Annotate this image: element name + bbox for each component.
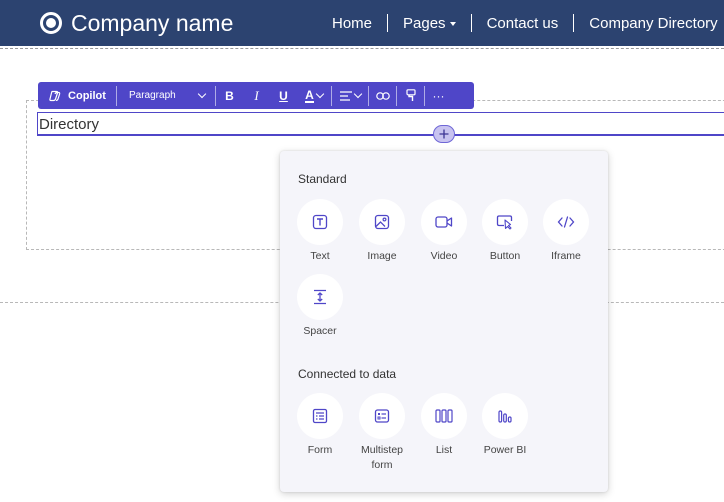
tile-circle — [297, 199, 343, 245]
tile-circle — [359, 393, 405, 439]
underline-button[interactable]: U — [270, 82, 297, 109]
nav-item-pages-label: Pages — [403, 14, 446, 32]
page: Company name Home Pages Contact us Compa… — [0, 0, 724, 502]
component-power-bi[interactable]: Power BI — [474, 393, 536, 458]
component-label: Multistep form — [360, 444, 403, 471]
header-divider — [0, 48, 724, 49]
component-image[interactable]: Image — [351, 199, 413, 264]
component-list[interactable]: List — [413, 393, 475, 458]
spacer-icon — [314, 289, 326, 305]
nav-item-pages[interactable]: Pages — [388, 15, 471, 32]
component-label: Power BI — [483, 444, 527, 456]
code-icon — [557, 216, 575, 228]
more-options-button[interactable]: ··· — [425, 82, 452, 109]
tile-circle — [421, 393, 467, 439]
text-component[interactable]: Directory — [37, 112, 724, 136]
font-color-button[interactable]: A — [297, 82, 331, 109]
tile-circle — [421, 199, 467, 245]
multistep-form-icon — [374, 409, 390, 423]
brand-logo-icon — [40, 12, 62, 34]
link-icon — [375, 91, 390, 100]
standard-heading: Standard — [298, 172, 347, 186]
font-color-icon: A — [305, 87, 314, 103]
image-icon — [374, 214, 390, 230]
connected-to-data-heading: Connected to data — [298, 367, 397, 381]
link-button[interactable] — [369, 82, 396, 109]
italic-button[interactable]: I — [243, 82, 270, 109]
formatting-toolbar: Copilot Paragraph B I U A ··· — [38, 82, 474, 109]
component-label: Spacer — [303, 325, 337, 337]
chevron-down-icon — [315, 89, 325, 99]
tile-circle — [482, 393, 528, 439]
component-multistep-form[interactable]: Multistep form — [351, 393, 413, 473]
format-painter-button[interactable] — [397, 82, 424, 109]
paragraph-style-select[interactable]: Paragraph — [117, 82, 215, 109]
align-button[interactable] — [332, 82, 368, 109]
main-nav: Home Pages Contact us Company Directory — [316, 0, 724, 46]
tile-circle — [297, 393, 343, 439]
component-label: Image — [367, 250, 397, 262]
chevron-down-icon — [197, 89, 207, 99]
component-video[interactable]: Video — [413, 199, 475, 264]
add-component-button[interactable] — [433, 125, 455, 143]
brand-name: Company name — [71, 9, 234, 36]
format-painter-icon — [405, 89, 416, 101]
site-header: Company name Home Pages Contact us Compa… — [0, 0, 724, 46]
component-form[interactable]: Form — [289, 393, 351, 458]
copilot-icon — [49, 90, 61, 101]
copilot-button[interactable]: Copilot — [38, 82, 116, 109]
button-cursor-icon — [496, 215, 513, 230]
paragraph-style-value: Paragraph — [129, 90, 176, 101]
nav-item-contact-us[interactable]: Contact us — [472, 15, 574, 32]
copilot-label: Copilot — [68, 89, 106, 102]
bold-button[interactable]: B — [216, 82, 243, 109]
component-label: Video — [430, 250, 458, 262]
caret-down-icon — [449, 21, 456, 26]
component-button[interactable]: Button — [474, 199, 536, 264]
component-label: Iframe — [551, 250, 581, 262]
component-text[interactable]: Text — [289, 199, 351, 264]
component-label: Button — [489, 250, 521, 262]
component-label: Text — [310, 250, 330, 262]
chevron-down-icon — [353, 89, 362, 99]
tile-circle — [297, 274, 343, 320]
brand[interactable]: Company name — [40, 9, 233, 37]
nav-item-company-directory[interactable]: Company Directory — [574, 15, 724, 32]
align-left-icon — [339, 90, 352, 101]
list-icon — [435, 409, 453, 423]
plus-icon — [439, 129, 449, 139]
text-component-content[interactable]: Directory — [39, 116, 99, 133]
component-label: List — [435, 444, 453, 456]
component-iframe[interactable]: Iframe — [535, 199, 597, 264]
tile-circle — [359, 199, 405, 245]
video-icon — [435, 216, 453, 228]
tile-circle — [482, 199, 528, 245]
component-spacer[interactable]: Spacer — [289, 274, 351, 339]
tile-circle — [543, 199, 589, 245]
nav-item-home[interactable]: Home — [316, 15, 387, 32]
component-picker-panel: Standard Text Image Video Button Iframe … — [280, 151, 608, 492]
component-label: Form — [307, 444, 333, 456]
power-bi-icon — [498, 410, 512, 423]
form-icon — [312, 408, 328, 424]
text-icon — [312, 214, 328, 230]
